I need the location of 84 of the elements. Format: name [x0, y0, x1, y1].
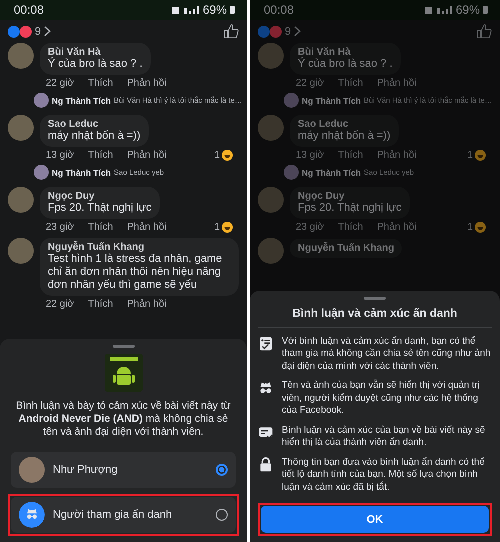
- signal-icon: [172, 6, 200, 14]
- reaction-count: 1: [214, 222, 220, 233]
- sheet-description: Bình luận và bày tỏ cảm xúc về bài viết này từ Android Never Die (AND) mà không chia sẻ tên và ảnh đại diện với thành viên.: [16, 400, 231, 439]
- avatar: [34, 165, 49, 180]
- radio-button[interactable]: [216, 509, 228, 521]
- laughing-emoji-icon: [475, 222, 486, 233]
- avatar: [258, 115, 284, 141]
- identity-option[interactable]: Như Phượng: [11, 452, 236, 488]
- reply-author: Ng Thành Tích: [302, 168, 362, 178]
- reply-link[interactable]: Phản hồi: [127, 222, 167, 233]
- reaction-total[interactable]: 9: [35, 26, 42, 38]
- avatar: [8, 238, 34, 264]
- incognito-icon: [258, 380, 274, 396]
- drag-handle[interactable]: [112, 345, 134, 348]
- commenter-name: Bùi Văn Hà: [48, 47, 102, 58]
- sheet-title: Bình luận và cảm xúc ấn danh: [258, 306, 492, 328]
- reply-link[interactable]: Phản hồi: [127, 78, 167, 89]
- lock-icon: [258, 456, 274, 472]
- incognito-icon: [19, 502, 45, 528]
- battery-level: 69%: [456, 3, 480, 17]
- comment-time: 13 giờ: [296, 150, 324, 161]
- reply-link[interactable]: Phản hồi: [127, 150, 167, 161]
- like-link[interactable]: Thích: [88, 299, 114, 310]
- avatar: [19, 457, 45, 483]
- reply-author: Ng Thành Tích: [302, 96, 362, 106]
- comment-time: 23 giờ: [46, 222, 74, 233]
- comment-text: Fps 20. Thật nghị lực: [48, 202, 152, 215]
- comment-time: 22 giờ: [46, 299, 74, 310]
- avatar: [34, 93, 49, 108]
- laughing-emoji-icon: [222, 222, 233, 233]
- comment-text: Ý của bro là sao ? .: [298, 58, 393, 71]
- signal-icon: [424, 6, 453, 14]
- comment-text: Fps 20. Thật nghị lực: [298, 202, 402, 215]
- identity-option[interactable]: Người tham gia ẩn danh: [11, 497, 236, 533]
- avatar: [258, 43, 284, 69]
- thumbs-up-icon[interactable]: [477, 24, 492, 39]
- laughing-emoji-icon: [222, 150, 233, 161]
- commenter-name: Bùi Văn Hà: [298, 47, 352, 58]
- battery-icon: [483, 6, 488, 14]
- commenter-name: Sao Leduc: [298, 119, 350, 130]
- commenter-name: Ngọc Duy: [48, 191, 96, 202]
- clock: 00:08: [264, 3, 294, 17]
- info-text: Thông tin bạn đưa vào bình luận ẩn danh có thể tiết lộ danh tính của bạn. Một số lựa chọn bình luận và cảm xúc đã bị tắt.: [282, 456, 486, 494]
- comment-text: Test hình 1 là stress đa nhân, game chỉ ăn đơn nhân thôi nên hiệu năng đơn nhân yếu thì game sẽ yếu: [48, 253, 224, 292]
- info-text: Với bình luận và cảm xúc ẩn danh, bạn có thể tham gia mà không cần chia sẻ tên cũng như ảnh đại diện của mình với các thành viên.: [282, 336, 492, 373]
- commenter-name: Ngọc Duy: [298, 191, 346, 202]
- battery-level: 69%: [202, 3, 227, 17]
- commenter-name: Nguyễn Tuấn Khang: [298, 243, 394, 254]
- reply-link[interactable]: Phản hồi: [127, 299, 167, 310]
- reply-author: Ng Thành Tích: [52, 168, 112, 178]
- comment-text: máy nhật bốn à =)): [298, 130, 391, 143]
- laughing-emoji-icon: [475, 150, 486, 161]
- info-text: Bình luận và cảm xúc của bạn về bài viết này sẽ hiển thị là của thành viên ẩn danh.: [282, 424, 486, 450]
- like-link[interactable]: Thích: [88, 222, 114, 233]
- like-link[interactable]: Thích: [88, 150, 114, 161]
- radio-button[interactable]: [216, 464, 228, 476]
- comment-time: 23 giờ: [296, 222, 324, 233]
- battery-icon: [230, 6, 235, 14]
- drag-handle[interactable]: [364, 296, 386, 300]
- avatar: [8, 43, 34, 69]
- commenter-name: Nguyễn Tuấn Khang: [48, 242, 146, 253]
- comment-time: 22 giờ: [46, 78, 74, 89]
- clock: 00:08: [14, 3, 44, 17]
- comment-time: 13 giờ: [46, 150, 74, 161]
- reply-author: Ng Thành Tích: [52, 96, 112, 106]
- avatar: [258, 187, 284, 213]
- avatar: [8, 115, 34, 141]
- chevron-right-icon[interactable]: [44, 26, 52, 37]
- commenter-name: Sao Leduc: [48, 119, 100, 130]
- reaction-count: 1: [467, 150, 473, 161]
- comment-text: máy nhật bốn à =)): [48, 130, 141, 143]
- avatar: [8, 187, 34, 213]
- reaction-count: 1: [214, 150, 220, 161]
- like-link[interactable]: Thích: [88, 78, 114, 89]
- ok-button[interactable]: OK: [261, 506, 489, 533]
- reaction-count: 1: [467, 222, 473, 233]
- avatar: [284, 165, 299, 180]
- comment-text: Ý của bro là sao ? .: [48, 58, 143, 71]
- avatar: [258, 238, 284, 264]
- comment-time: 22 giờ: [296, 78, 324, 89]
- info-text: Tên và ảnh của bạn vẫn sẽ hiển thị với quản trị viên, người kiểm duyệt cũng như các hệ thống của Facebook.: [282, 380, 481, 418]
- checklist-icon: [258, 336, 274, 352]
- avatar: [284, 93, 299, 108]
- thumbs-up-icon[interactable]: [224, 24, 239, 39]
